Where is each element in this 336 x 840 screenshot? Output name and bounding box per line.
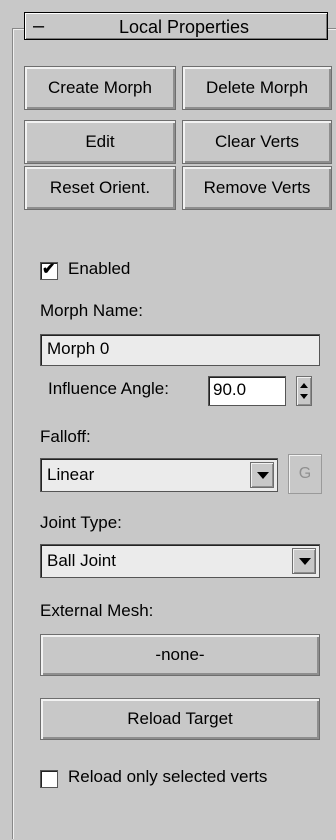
rollout-title: Local Properties: [118, 17, 250, 37]
joint-type-dropdown[interactable]: Ball Joint: [40, 544, 320, 578]
edit-button[interactable]: Edit: [24, 120, 176, 164]
falloff-dropdown[interactable]: Linear: [40, 458, 278, 492]
influence-angle-spinner[interactable]: [296, 376, 312, 406]
falloff-dropdown-button[interactable]: [250, 462, 274, 488]
clear-verts-button[interactable]: Clear Verts: [182, 120, 332, 164]
reload-target-button[interactable]: Reload Target: [40, 698, 320, 740]
reload-selected-checkbox[interactable]: [40, 770, 58, 788]
influence-angle-input[interactable]: 90.0: [208, 376, 286, 406]
enabled-checkbox[interactable]: ✔: [40, 261, 58, 280]
morph-name-label: Morph Name:: [40, 301, 143, 320]
external-mesh-label: External Mesh:: [40, 601, 154, 620]
chevron-down-icon: [299, 558, 311, 565]
joint-type-label: Joint Type:: [40, 513, 122, 532]
influence-angle-label: Influence Angle:: [48, 379, 169, 398]
falloff-g-button[interactable]: G: [288, 454, 322, 494]
morph-name-input[interactable]: Morph 0: [40, 334, 320, 366]
chevron-down-icon: [257, 472, 269, 479]
falloff-label: Falloff:: [40, 427, 91, 446]
reset-orient-button[interactable]: Reset Orient.: [24, 166, 176, 210]
local-properties-panel: – Local Properties Create Morph Delete M…: [0, 0, 336, 840]
create-morph-button[interactable]: Create Morph: [24, 66, 176, 110]
delete-morph-button[interactable]: Delete Morph: [182, 66, 332, 110]
falloff-selected-value: Linear: [47, 465, 95, 484]
enabled-label: Enabled: [68, 259, 131, 278]
spinner-down-icon[interactable]: [300, 394, 308, 399]
spinner-up-icon[interactable]: [300, 383, 308, 388]
rollout-header[interactable]: – Local Properties: [24, 12, 328, 40]
joint-type-selected-value: Ball Joint: [47, 551, 116, 570]
external-mesh-button[interactable]: -none-: [40, 634, 320, 676]
joint-type-dropdown-button[interactable]: [292, 548, 316, 574]
remove-verts-button[interactable]: Remove Verts: [182, 166, 332, 210]
reload-selected-label: Reload only selected verts: [68, 767, 268, 786]
checkmark-icon: ✔: [42, 261, 56, 278]
